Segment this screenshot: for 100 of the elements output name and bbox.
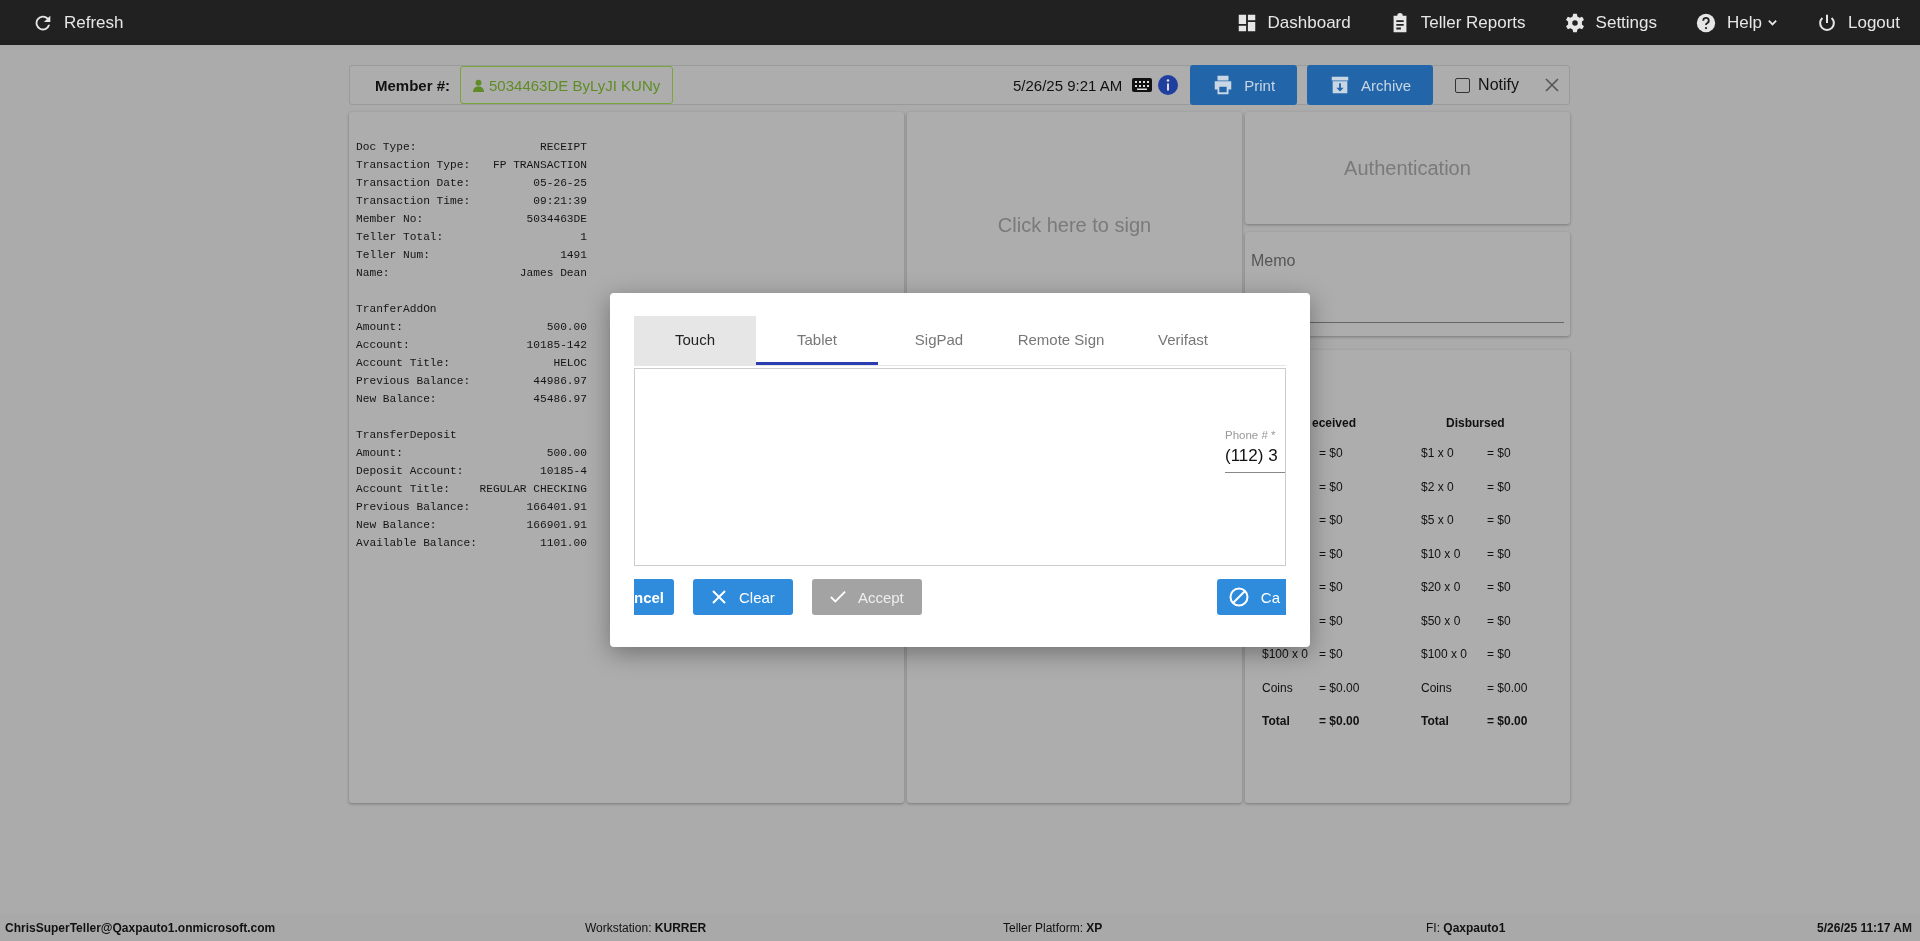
receipt-label: Doc Type: xyxy=(356,140,417,155)
receipt-value: 5034463DE xyxy=(526,212,587,227)
info-icon[interactable] xyxy=(1158,75,1179,95)
receipt-value: 05-26-25 xyxy=(533,176,587,191)
phone-field[interactable]: Phone # * (112) 3 xyxy=(1225,429,1285,473)
receipt-label: Teller Num: xyxy=(356,248,430,263)
status-text: Workstation: KURRER xyxy=(585,920,708,935)
status-text: FI: Qaxpauto1 xyxy=(1426,920,1507,935)
receipt-value: 166401.91 xyxy=(526,500,587,515)
notify-label: Notify xyxy=(1478,76,1519,94)
dialog-tab[interactable]: Tablet xyxy=(756,316,878,365)
person-icon xyxy=(473,78,485,92)
column-heading: eceived xyxy=(1312,416,1357,430)
nav-link[interactable]: Teller Reports xyxy=(1388,11,1526,34)
denomination-label: $10 x 0 xyxy=(1421,546,1462,563)
receipt-section-title: TranferAddOn xyxy=(356,302,438,317)
receipt-label: Previous Balance: xyxy=(356,500,471,515)
amount-value: = $0 xyxy=(1487,546,1512,563)
receipt-value: 1 xyxy=(580,230,587,245)
denomination-label: $100 x 0 xyxy=(1421,647,1469,663)
notify-checkbox[interactable] xyxy=(1455,77,1471,93)
amount-value: = $0 xyxy=(1319,513,1344,529)
dialog-button[interactable]: ncel xyxy=(634,579,674,615)
amount-value: = $0 xyxy=(1319,613,1344,630)
toolbar-button[interactable]: Print xyxy=(1190,65,1298,105)
check-icon xyxy=(829,589,846,605)
denomination-label: Total xyxy=(1421,714,1450,730)
receipt-value: 44986.97 xyxy=(533,374,587,389)
amount-value: = $0 xyxy=(1319,479,1344,496)
receipt-value: 10185-4 xyxy=(540,464,587,479)
receipt-label: Amount: xyxy=(356,320,403,335)
amount-value: = $0 xyxy=(1487,613,1512,630)
denomination-label: Coins xyxy=(1421,680,1453,697)
denomination-label: $20 x 0 xyxy=(1421,580,1462,596)
amount-value: = $0 xyxy=(1487,479,1512,496)
amount-value: = $0 xyxy=(1487,513,1512,529)
receipt-label: Available Balance: xyxy=(356,536,477,551)
dialog-tab[interactable]: Touch xyxy=(634,316,756,365)
receipt-label: Amount: xyxy=(356,446,403,461)
receipt-label: Member No: xyxy=(356,212,424,227)
date-time: 5/26/25 9:21 AM xyxy=(1012,76,1123,94)
close-icon[interactable] xyxy=(1545,78,1559,92)
amount-value: = $0 xyxy=(1319,580,1344,596)
denomination-label: $1 x 0 xyxy=(1421,446,1455,462)
receipt-value: 166901.91 xyxy=(526,518,587,533)
receipt-label: Account Title: xyxy=(356,482,450,497)
keyboard-icon[interactable] xyxy=(1132,78,1153,92)
dialog-tab[interactable]: Remote Sign xyxy=(1000,316,1122,365)
receipt-label: Name: xyxy=(356,266,390,281)
nav-link[interactable]: Help xyxy=(1695,11,1778,34)
nav-link[interactable]: Logout xyxy=(1816,11,1900,34)
receipt-value: 45486.97 xyxy=(533,392,587,407)
receipt-value: 500.00 xyxy=(546,446,587,461)
receipt-label: Transaction Type: xyxy=(356,158,471,173)
receipt-label: Account Title: xyxy=(356,356,450,371)
receipt-section-title: TransferDeposit xyxy=(356,428,458,443)
member-label: Member #: xyxy=(375,76,451,94)
denomination-label: Total xyxy=(1262,714,1290,728)
receipt-label: Previous Balance: xyxy=(356,374,471,389)
denomination-label: Coins xyxy=(1262,680,1293,695)
signature-canvas[interactable]: Phone # * (112) 3 xyxy=(634,368,1286,566)
receipt-label: New Balance: xyxy=(356,518,437,533)
receipt-value: 10185-142 xyxy=(526,338,587,353)
dialog-tab[interactable]: SigPad xyxy=(878,316,1000,365)
amount-value: = $0.00 xyxy=(1319,714,1361,730)
amount-value: = $0 xyxy=(1319,546,1344,563)
amount-value: = $0 xyxy=(1487,580,1512,596)
receipt-value: REGULAR CHECKING xyxy=(479,482,587,497)
dialog-button[interactable]: Clear xyxy=(693,579,793,615)
receipt-value: 500.00 xyxy=(546,320,587,335)
amount-value: = $0 xyxy=(1487,446,1512,462)
nav-link[interactable]: Settings xyxy=(1563,11,1658,34)
receipt-value: 09:21:39 xyxy=(533,194,587,209)
ban-icon xyxy=(1228,587,1249,607)
amount-value: = $0 xyxy=(1319,446,1344,462)
receipt-value: HELOC xyxy=(553,356,587,371)
amount-value: = $0.00 xyxy=(1319,680,1361,697)
amount-value: = $0 xyxy=(1487,647,1512,663)
receipt-value: 1491 xyxy=(560,248,587,263)
denomination-label: $2 x 0 xyxy=(1421,479,1455,496)
close-icon xyxy=(711,589,727,605)
dialog-tab[interactable]: Verifast xyxy=(1122,316,1244,365)
status-text: Teller Platform: XP xyxy=(1003,920,1104,935)
amount-value: = $0 xyxy=(1319,647,1344,663)
receipt-value: 1101.00 xyxy=(540,536,587,551)
nav-link[interactable]: Dashboard xyxy=(1235,11,1351,34)
settings-icon xyxy=(1563,11,1586,34)
receipt-label: New Balance: xyxy=(356,392,437,407)
denomination-label: $5 x 0 xyxy=(1421,513,1455,529)
dialog-button[interactable]: Ca xyxy=(1216,579,1286,615)
receipt-label: Teller Total: xyxy=(356,230,444,245)
amount-value: = $0.00 xyxy=(1487,714,1529,730)
refresh-button[interactable]: Refresh xyxy=(32,11,124,34)
receipt-value: RECEIPT xyxy=(540,140,587,155)
column-heading: Disbursed xyxy=(1445,416,1506,432)
denomination-label: $50 x 0 xyxy=(1421,613,1462,630)
toolbar-button[interactable]: Archive xyxy=(1307,65,1434,105)
help-icon xyxy=(1695,11,1718,34)
receipt-label: Transaction Date: xyxy=(356,176,471,191)
denomination-label: $100 x 0 xyxy=(1262,647,1309,661)
